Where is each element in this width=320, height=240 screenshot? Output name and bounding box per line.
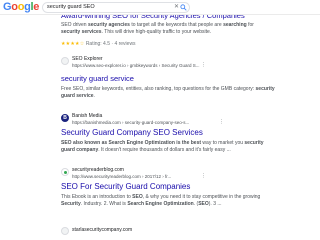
site-name: SEO Explorer [72,56,103,62]
site-favicon [61,57,69,65]
google-logo[interactable]: Google [3,1,39,13]
star-rating-icon: ★★★★☆ [61,41,85,47]
more-options-icon[interactable]: ⋮ [201,173,206,179]
result-snippet: SEO also known as Search Engine Optimiza… [61,140,264,146]
rating-row: ★★★★☆ Rating: 4.5 · 4 reviews [61,41,136,47]
result-snippet: guard company. It doesn't require thousa… [61,147,231,153]
site-favicon [61,227,69,235]
rating-text: Rating: 4.5 · 4 reviews [85,41,136,47]
result-snippet: security services. This will drive high-… [61,29,212,35]
site-name: securityreaderblog.com [72,167,124,173]
magnifier-icon[interactable] [180,4,187,11]
logo-letter: e [33,1,40,13]
site-favicon: B [61,114,69,122]
result-title[interactable]: security guard service [61,74,134,83]
site-name: starlasecuritycompany.com [72,227,133,233]
search-box[interactable]: ✕ [42,2,190,13]
site-name: Banish Media [72,113,103,119]
result-snippet: guard service. [61,93,95,99]
search-header: Google ✕ [0,0,320,15]
result-title[interactable]: Security Guard Company SEO Services [61,128,203,137]
more-options-icon[interactable]: ⋮ [201,62,206,68]
result-snippet: This Ebook is an introduction to SEO, & … [61,194,261,200]
close-icon[interactable]: ✕ [174,3,179,12]
result-snippet: Security. Industry. 2. What is Search En… [61,201,222,207]
search-input[interactable] [47,3,165,12]
site-favicon [61,168,69,176]
site-url[interactable]: https://www.seo-explorer.io › gmbkeyword… [72,63,200,68]
result-snippet: Free SEO, similar keywords, entities, al… [61,86,275,92]
site-url[interactable]: https://banishmedia.com › security-guard… [72,120,189,125]
more-options-icon[interactable]: ⋮ [219,119,224,125]
site-url[interactable]: http://www.securityreaderblog.com › 2017… [72,174,171,179]
result-title[interactable]: SEO For Security Guard Companies [61,182,190,191]
result-snippet: SEO driven security agencies to target a… [61,22,254,28]
